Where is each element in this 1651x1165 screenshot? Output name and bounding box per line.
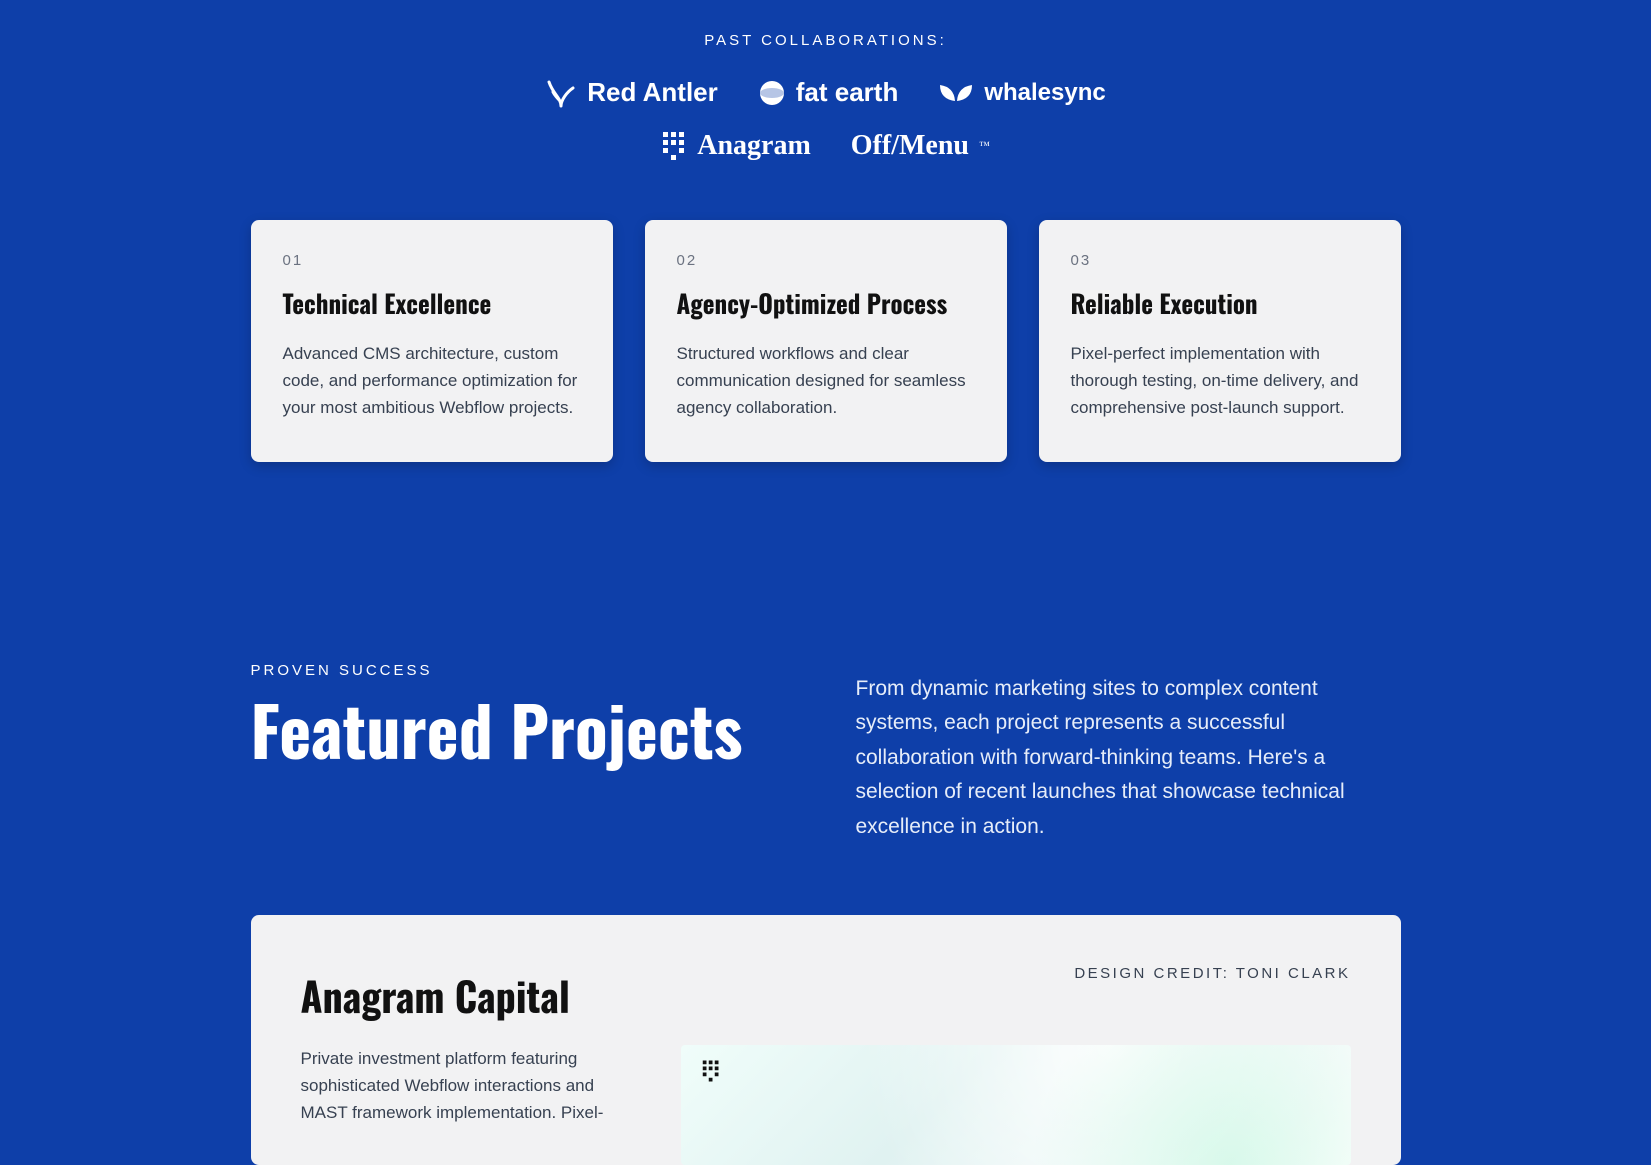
- logo-text: fat earth: [796, 77, 899, 108]
- decorative-blob: [1031, 1045, 1351, 1165]
- card-title: Agency-Optimized Process: [677, 285, 975, 322]
- card-technical-excellence: 01 Technical Excellence Advanced CMS arc…: [251, 220, 613, 462]
- featured-description: From dynamic marketing sites to complex …: [856, 662, 1401, 845]
- featured-heading-block: PROVEN SUCCESS Featured Projects: [251, 662, 796, 764]
- logo-text: Red Antler: [587, 77, 718, 108]
- antler-icon: [545, 78, 577, 108]
- past-collaborations-label: PAST COLLABORATIONS:: [251, 0, 1401, 49]
- project-title: Anagram Capital: [301, 965, 570, 1025]
- grid-icon: [661, 130, 687, 162]
- value-cards-grid: 01 Technical Excellence Advanced CMS arc…: [251, 220, 1401, 462]
- leaves-icon: [938, 81, 974, 105]
- logo-anagram: Anagram: [661, 130, 811, 162]
- card-number: 01: [283, 252, 581, 269]
- card-description: Pixel-perfect implementation with thorou…: [1071, 340, 1369, 422]
- project-preview-image: [681, 1045, 1351, 1165]
- project-description: Private investment platform featuring so…: [301, 1045, 641, 1165]
- featured-section-header: PROVEN SUCCESS Featured Projects From dy…: [251, 662, 1401, 845]
- logo-red-antler: Red Antler: [545, 77, 718, 108]
- card-number: 03: [1071, 252, 1369, 269]
- logo-row-2: Anagram Off/Menu ™: [251, 130, 1401, 162]
- featured-title: Featured Projects: [251, 693, 796, 764]
- card-description: Advanced CMS architecture, custom code, …: [283, 340, 581, 422]
- card-description: Structured workflows and clear communica…: [677, 340, 975, 422]
- logo-row-1: Red Antler fat earth whalesync: [251, 77, 1401, 108]
- project-body: Private investment platform featuring so…: [301, 1045, 1351, 1165]
- logo-fat-earth: fat earth: [758, 77, 899, 108]
- trademark-icon: ™: [979, 140, 990, 152]
- globe-icon: [758, 79, 786, 107]
- grid-icon: [701, 1059, 721, 1088]
- logo-offmenu: Off/Menu ™: [851, 130, 990, 162]
- design-credit: DESIGN CREDIT: TONI CLARK: [1074, 965, 1350, 982]
- logo-text: whalesync: [984, 79, 1105, 107]
- logo-whalesync: whalesync: [938, 79, 1105, 107]
- card-agency-process: 02 Agency-Optimized Process Structured w…: [645, 220, 1007, 462]
- card-number: 02: [677, 252, 975, 269]
- logo-text: Anagram: [697, 130, 811, 162]
- project-header: Anagram Capital DESIGN CREDIT: TONI CLAR…: [301, 965, 1351, 1025]
- featured-eyebrow: PROVEN SUCCESS: [251, 662, 796, 679]
- card-reliable-execution: 03 Reliable Execution Pixel-perfect impl…: [1039, 220, 1401, 462]
- card-title: Reliable Execution: [1071, 285, 1369, 322]
- card-title: Technical Excellence: [283, 285, 581, 322]
- logo-text: Off/Menu: [851, 130, 969, 162]
